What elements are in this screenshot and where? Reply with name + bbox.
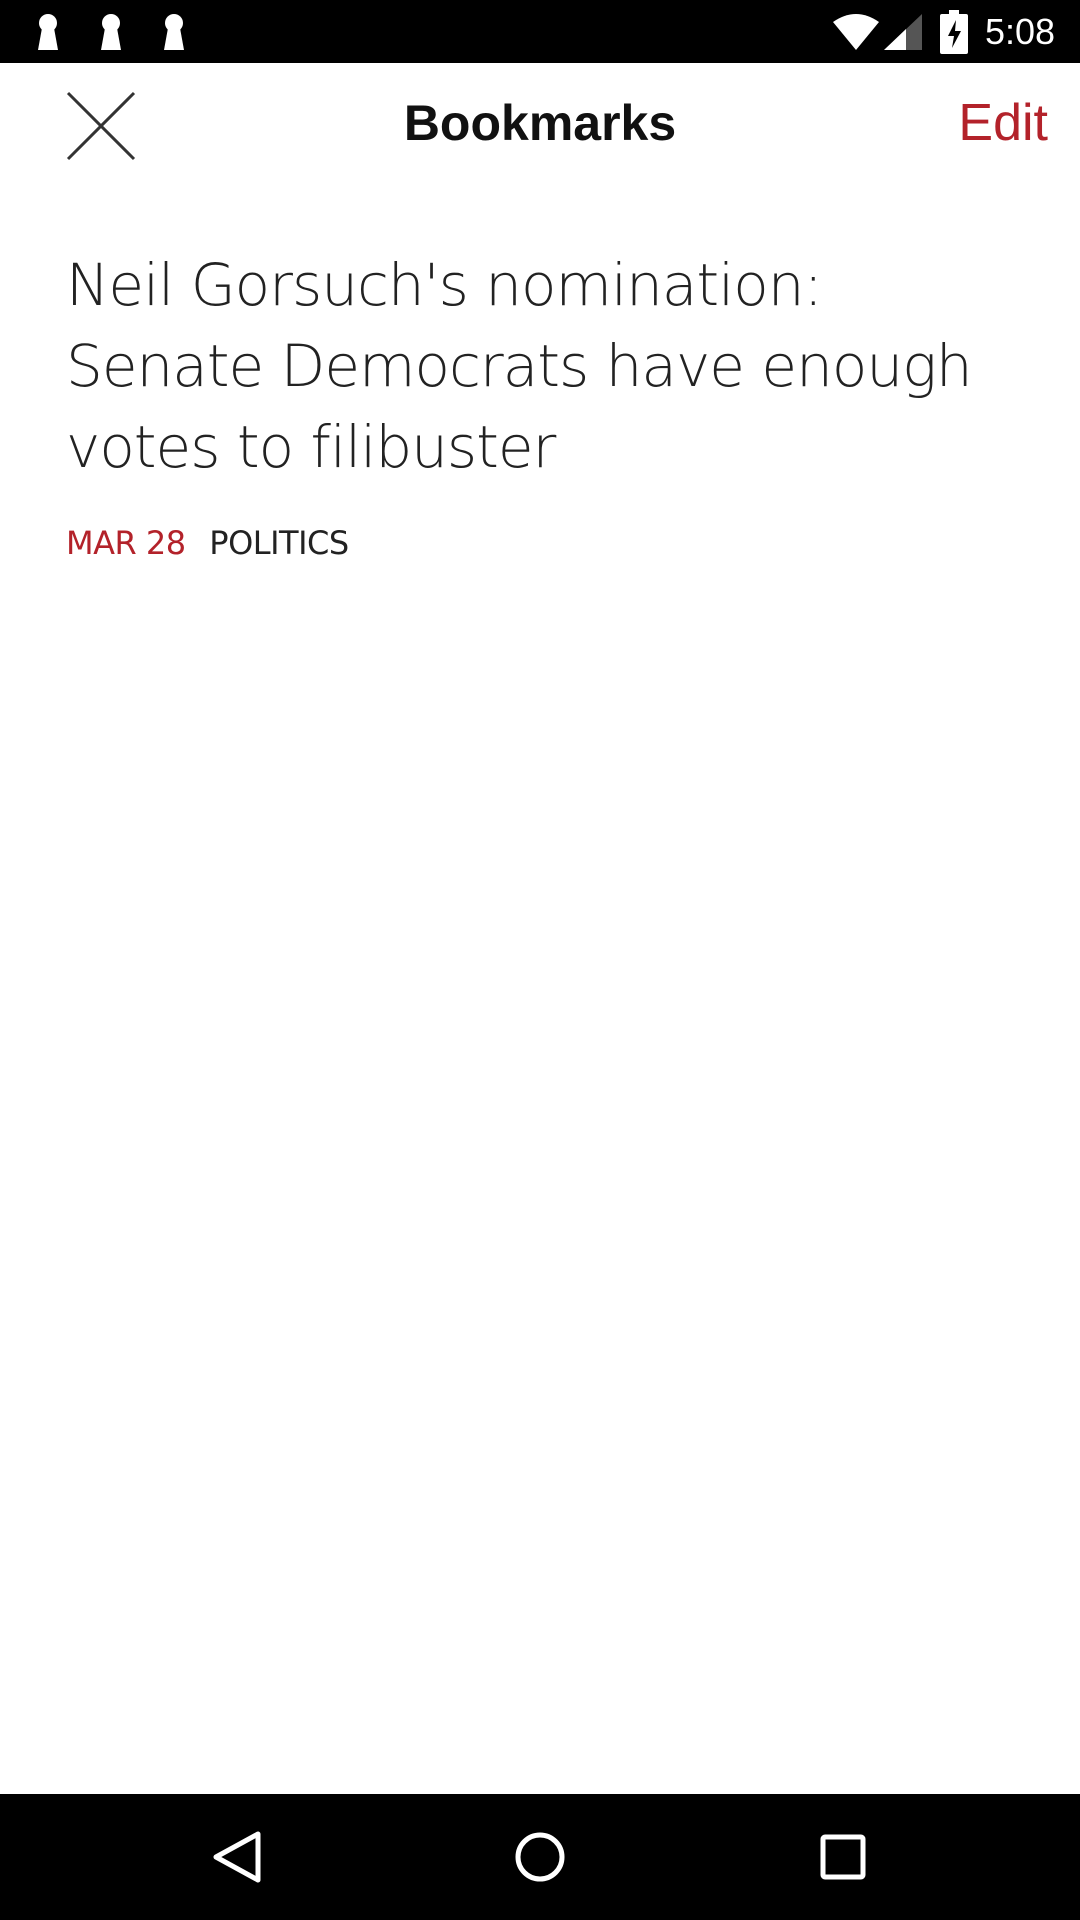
article-section: POLITICS bbox=[209, 524, 349, 562]
close-button[interactable] bbox=[60, 85, 142, 167]
edit-button[interactable]: Edit bbox=[958, 63, 1048, 183]
keyhole-icon bbox=[164, 14, 184, 50]
cell-signal-icon bbox=[884, 14, 922, 50]
close-icon bbox=[66, 91, 136, 161]
article-title: Neil Gorsuch's nomination: Senate Democr… bbox=[66, 251, 973, 481]
battery-charging-icon bbox=[940, 10, 968, 54]
article-meta: MAR 28 POLITICS bbox=[66, 523, 1026, 563]
page-title: Bookmarks bbox=[403, 95, 677, 151]
status-bar: 5:08 bbox=[0, 0, 1080, 63]
app-header: Bookmarks Edit bbox=[0, 63, 1080, 183]
back-triangle-icon[interactable] bbox=[204, 1824, 270, 1890]
recents-square-icon[interactable] bbox=[810, 1824, 876, 1890]
article-date: MAR 28 bbox=[66, 524, 186, 562]
system-nav-bar bbox=[0, 1794, 1080, 1920]
home-circle-icon[interactable] bbox=[507, 1824, 573, 1890]
keyhole-icon bbox=[101, 14, 121, 50]
wifi-icon bbox=[833, 14, 879, 50]
status-time: 5:08 bbox=[985, 11, 1056, 52]
keyhole-icon bbox=[38, 14, 58, 50]
bookmark-list-item[interactable]: Neil Gorsuch's nomination: Senate Democr… bbox=[66, 245, 1026, 563]
